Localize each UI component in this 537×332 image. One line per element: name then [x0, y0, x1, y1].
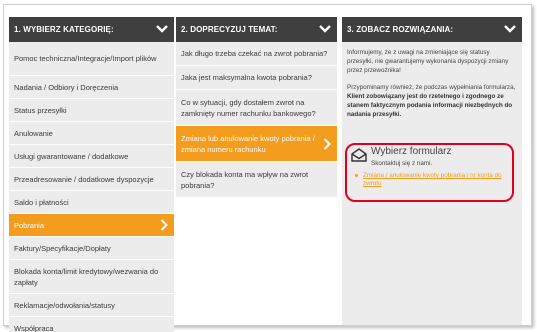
chevron-right-icon: [160, 219, 168, 231]
topic-item-label: Jaka jest maksymalna kwota pobrania?: [181, 73, 312, 82]
solution-info-text: Informujemy, że z uwagi na zmieniające s…: [347, 49, 509, 74]
category-item-pobrania[interactable]: Pobrania: [9, 214, 174, 237]
category-item-nadania[interactable]: Nadania / Odbiory i Doręczenia: [9, 76, 174, 99]
chevron-right-icon: [323, 137, 331, 150]
topic-item-label: Czy blokada konta ma wpływ na zwrot pobr…: [181, 169, 309, 190]
category-item-label: Pomoc techniczna/Integracje/Import plikó…: [14, 54, 157, 63]
category-header[interactable]: 1. WYBIERZ KATEGORIĘ:: [9, 17, 174, 42]
category-item-label: Nadania / Odbiory i Doręczenia: [14, 82, 119, 92]
category-item-label: Blokada konta/limit kredytowy/wezwania d…: [14, 266, 159, 287]
form-highlight-box: Wybierz formularz Skontaktuj się z nami.…: [345, 143, 514, 202]
topic-item-label: Zmiana lub anulowanie kwoty pobrania / z…: [181, 133, 315, 154]
category-item-pomoc-techniczna[interactable]: Pomoc techniczna/Integracje/Import plikó…: [9, 42, 174, 76]
topic-header[interactable]: 2. DOPRECYZUJ TEMAT:: [176, 17, 337, 42]
topic-header-title: 2. DOPRECYZUJ TEMAT:: [181, 25, 278, 34]
topic-item-maks-kwota[interactable]: Jaka jest maksymalna kwota pobrania?: [176, 66, 337, 90]
category-item-blokada[interactable]: Blokada konta/limit kredytowy/wezwania d…: [9, 260, 174, 294]
reminder-bold: Klient zobowiązany jest do rzetelnego i …: [347, 93, 513, 118]
topic-list: Jak długo trzeba czekać na zwrot pobrani…: [176, 42, 337, 198]
reminder-plain: Przypominamy również, że podczas wypełni…: [347, 84, 516, 91]
category-item-anulowanie[interactable]: Anulowanie: [9, 122, 174, 145]
solution-header[interactable]: 3. ZOBACZ ROZWIĄZANIA:: [342, 17, 522, 42]
topic-item-blokada-konta[interactable]: Czy blokada konta ma wpływ na zwrot pobr…: [176, 162, 337, 198]
topic-item-label: Jak długo trzeba czekać na zwrot pobrani…: [181, 49, 328, 58]
category-item-label: Współpraca: [14, 323, 54, 332]
category-header-title: 1. WYBIERZ KATEGORIĘ:: [14, 25, 114, 34]
topic-item-zamkniety-rachunek[interactable]: Co w sytuacji, gdy dostałem zwrot na zam…: [176, 90, 337, 126]
category-item-label: Faktury/Specyfikacje/Dopłaty: [14, 243, 111, 253]
solution-header-title: 3. ZOBACZ ROZWIĄZANIA:: [347, 25, 454, 34]
category-item-label: Saldo i płatności: [14, 197, 69, 207]
category-item-reklamacje[interactable]: Reklamacje/odwołania/statusy: [9, 294, 174, 317]
category-item-saldo[interactable]: Saldo i płatności: [9, 191, 174, 214]
topic-item-label: Co w sytuacji, gdy dostałem zwrot na zam…: [181, 97, 316, 118]
category-item-label: Reklamacje/odwołania/statusy: [14, 300, 115, 310]
form-link[interactable]: Zmiana / anulowanie kwoty pobrania i nr …: [363, 172, 509, 188]
topic-item-zmiana-kwoty[interactable]: Zmiana lub anulowanie kwoty pobrania / z…: [176, 126, 337, 162]
solution-reminder-text: Przypominamy również, że podczas wypełni…: [347, 83, 517, 119]
category-item-label: Przeadresowanie / dodatkowe dyspozycje: [14, 174, 154, 184]
bullet-icon: [355, 174, 358, 177]
category-item-przeadresowanie[interactable]: Przeadresowanie / dodatkowe dyspozycje: [9, 168, 174, 191]
category-list: Pomoc techniczna/Integracje/Import plikó…: [9, 42, 174, 332]
category-item-wspolpraca[interactable]: Współpraca: [9, 317, 174, 332]
solution-column: 3. ZOBACZ ROZWIĄZANIA: Informujemy, że z…: [342, 17, 522, 325]
category-item-faktury[interactable]: Faktury/Specyfikacje/Dopłaty: [9, 237, 174, 260]
category-item-label: Pobrania: [14, 220, 45, 230]
category-item-status[interactable]: Status przesyłki: [9, 99, 174, 122]
chevron-down-icon[interactable]: [153, 20, 171, 38]
topic-column: 2. DOPRECYZUJ TEMAT: Jak długo trzeba cz…: [176, 17, 337, 198]
envelope-icon: [351, 148, 367, 162]
chevron-down-icon[interactable]: [501, 20, 519, 38]
category-item-uslugi[interactable]: Usługi gwarantowane / dodatkowe: [9, 145, 174, 168]
form-title: Wybierz formularz: [371, 146, 452, 157]
category-item-label: Anulowanie: [14, 128, 53, 138]
form-subtitle: Skontaktuj się z nami.: [371, 160, 433, 167]
category-item-label: Status przesyłki: [14, 105, 67, 115]
category-item-label: Usługi gwarantowane / dodatkowe: [14, 151, 129, 161]
chevron-down-icon[interactable]: [316, 20, 334, 38]
category-column: 1. WYBIERZ KATEGORIĘ: Pomoc techniczna/I…: [9, 17, 174, 332]
topic-item-czas-zwrotu[interactable]: Jak długo trzeba czekać na zwrot pobrani…: [176, 42, 337, 66]
